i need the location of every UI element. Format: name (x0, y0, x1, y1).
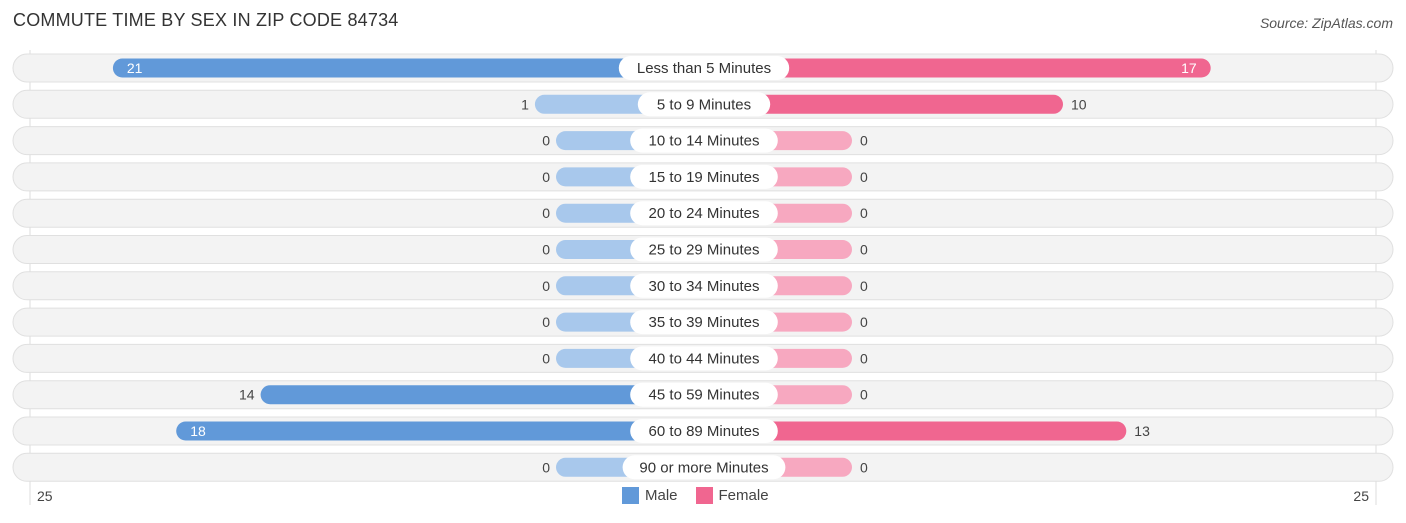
legend-label-male: Male (645, 487, 678, 504)
value-label-female: 0 (860, 314, 868, 330)
value-label-male: 0 (542, 169, 550, 185)
value-label-female: 0 (860, 205, 868, 221)
value-label-female: 0 (860, 459, 868, 475)
value-label-male: 14 (239, 387, 255, 403)
value-label-male: 0 (542, 350, 550, 366)
legend-swatch-female (695, 487, 713, 504)
category-label: 35 to 39 Minutes (649, 314, 760, 331)
axis-label-left: 25 (37, 488, 53, 504)
value-label-male: 0 (542, 314, 550, 330)
value-label-male: 0 (542, 242, 550, 258)
value-label-male: 0 (542, 205, 550, 221)
value-label-male: 18 (190, 423, 206, 439)
legend-item-female[interactable]: Female (695, 487, 769, 504)
value-label-female: 0 (860, 278, 868, 294)
legend: Male Female (622, 487, 769, 504)
legend-item-male[interactable]: Male (622, 487, 678, 504)
category-label: 15 to 19 Minutes (649, 169, 760, 186)
legend-label-female: Female (718, 487, 769, 504)
axis-label-right: 25 (1353, 488, 1369, 504)
value-label-female: 0 (860, 133, 868, 149)
value-label-male: 0 (542, 459, 550, 475)
bar-male (112, 58, 704, 78)
category-label: 5 to 9 Minutes (657, 96, 751, 113)
value-label-male: 0 (542, 133, 550, 149)
category-label: 30 to 34 Minutes (649, 278, 760, 295)
value-label-female: 0 (860, 242, 868, 258)
chart-area: Less than 5 Minutes 21 17 5 to 9 Minutes 1 10… (12, 50, 1394, 505)
value-label-female: 0 (860, 169, 868, 185)
category-label: Less than 5 Minutes (637, 60, 771, 77)
value-label-female: 17 (1181, 60, 1197, 76)
value-label-female: 0 (860, 387, 868, 403)
category-label: 10 to 14 Minutes (649, 133, 760, 150)
category-label: 45 to 59 Minutes (649, 387, 760, 404)
category-label: 60 to 89 Minutes (649, 423, 760, 440)
value-label-male: 0 (542, 278, 550, 294)
category-label: 25 to 29 Minutes (649, 242, 760, 259)
value-label-female: 13 (1134, 423, 1150, 439)
value-label-male: 21 (127, 60, 143, 76)
value-label-male: 1 (521, 96, 529, 112)
value-label-female: 0 (860, 350, 868, 366)
category-label: 40 to 44 Minutes (649, 350, 760, 367)
bar-male (176, 421, 704, 441)
category-label: 20 to 24 Minutes (649, 205, 760, 222)
legend-swatch-male (622, 487, 639, 504)
category-label: 90 or more Minutes (639, 459, 768, 476)
value-label-female: 10 (1071, 96, 1087, 112)
